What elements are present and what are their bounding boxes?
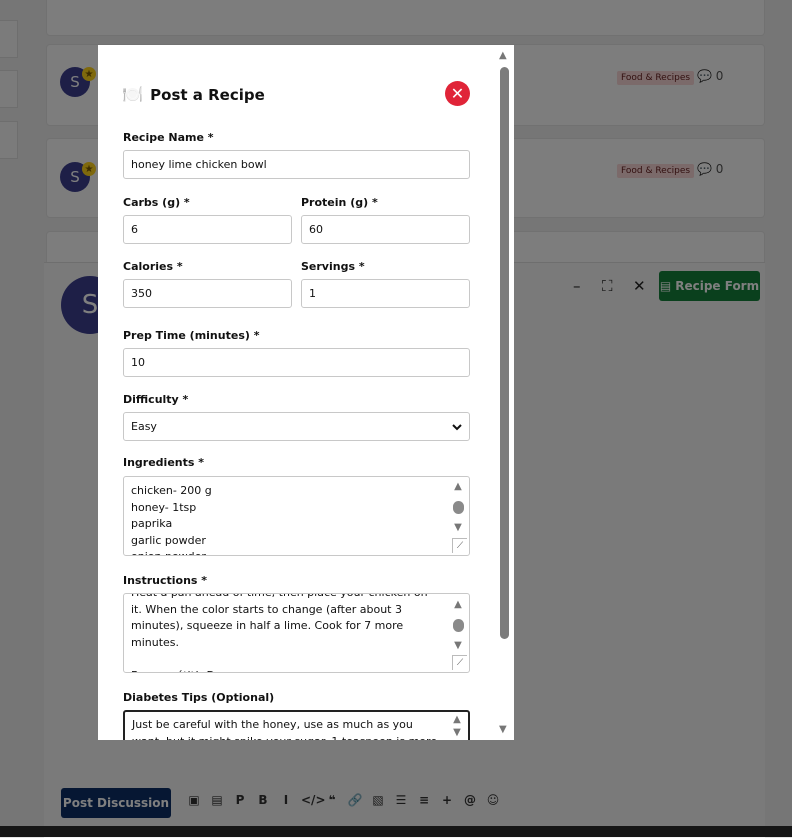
ingredients-scrollbar[interactable]: ▲ ▼ — [451, 481, 465, 533]
resize-handle-icon[interactable]: ⟋ — [452, 538, 467, 553]
difficulty-value: Easy — [131, 420, 157, 433]
servings-label: Servings * — [301, 260, 365, 273]
servings-value: 1 — [309, 287, 316, 300]
ingredients-value: chicken- 200 g honey- 1tsp paprika garli… — [131, 484, 212, 555]
modal-scrollbar[interactable]: ▲ ▼ — [496, 45, 514, 740]
diabetes-tips-label: Diabetes Tips (Optional) — [123, 691, 275, 704]
ingredients-label: Ingredients * — [123, 456, 205, 469]
arrow-down-icon[interactable]: ▼ — [454, 640, 462, 651]
prep-time-input[interactable]: 10 — [123, 348, 470, 377]
calories-input[interactable]: 350 — [123, 279, 292, 308]
modal-scroll-thumb[interactable] — [500, 67, 509, 639]
scroll-thumb[interactable] — [452, 618, 464, 632]
arrow-down-icon[interactable]: ▼ — [453, 727, 461, 738]
plate-icon: 🍽️ — [122, 85, 144, 105]
carbs-label: Carbs (g) * — [123, 196, 190, 209]
diabetes-tips-value: Just be careful with the honey, use as m… — [132, 718, 437, 740]
diabetes-tips-scrollbar[interactable]: ▲ ▼ — [450, 714, 464, 738]
protein-label: Protein (g) * — [301, 196, 378, 209]
recipe-name-input[interactable]: honey lime chicken bowl — [123, 150, 470, 179]
calories-label: Calories * — [123, 260, 183, 273]
recipe-modal: 🍽️ Post a Recipe ✕ Recipe Name * honey l… — [98, 45, 514, 740]
instructions-textarea[interactable]: Heat a pan ahead of time, then place you… — [123, 593, 470, 673]
recipe-name-value: honey lime chicken bowl — [131, 158, 267, 171]
servings-input[interactable]: 1 — [301, 279, 470, 308]
instructions-value: Heat a pan ahead of time, then place you… — [131, 594, 428, 672]
calories-value: 350 — [131, 287, 152, 300]
difficulty-label: Difficulty * — [123, 393, 189, 406]
instructions-label: Instructions * — [123, 574, 208, 587]
difficulty-select[interactable]: Easy — [123, 412, 470, 441]
diabetes-tips-textarea[interactable]: Just be careful with the honey, use as m… — [123, 710, 470, 740]
protein-value: 60 — [309, 223, 323, 236]
scroll-thumb[interactable] — [452, 500, 464, 514]
arrow-up-icon[interactable]: ▲ — [454, 481, 462, 492]
chevron-down-icon — [451, 421, 463, 436]
close-icon: ✕ — [450, 84, 465, 103]
carbs-input[interactable]: 6 — [123, 215, 292, 244]
prep-time-label: Prep Time (minutes) * — [123, 329, 260, 342]
modal-header: 🍽️ Post a Recipe — [122, 85, 265, 105]
arrow-up-icon[interactable]: ▲ — [453, 714, 461, 725]
carbs-value: 6 — [131, 223, 138, 236]
instructions-scrollbar[interactable]: ▲ ▼ — [451, 599, 465, 651]
prep-time-value: 10 — [131, 356, 145, 369]
protein-input[interactable]: 60 — [301, 215, 470, 244]
arrow-up-icon[interactable]: ▲ — [454, 599, 462, 610]
arrow-down-icon[interactable]: ▼ — [454, 522, 462, 533]
arrow-up-icon[interactable]: ▲ — [499, 50, 507, 61]
recipe-name-label: Recipe Name * — [123, 131, 214, 144]
close-button[interactable]: ✕ — [445, 81, 470, 106]
ingredients-textarea[interactable]: chicken- 200 g honey- 1tsp paprika garli… — [123, 476, 470, 556]
resize-handle-icon[interactable]: ⟋ — [452, 655, 467, 670]
modal-title: Post a Recipe — [150, 86, 265, 104]
arrow-down-icon[interactable]: ▼ — [499, 724, 507, 735]
